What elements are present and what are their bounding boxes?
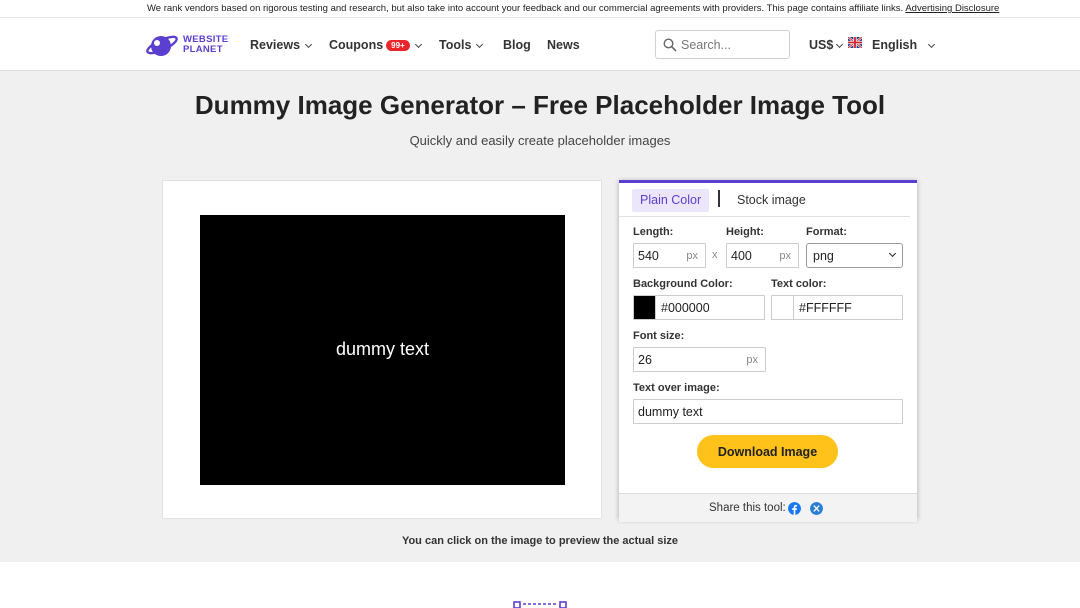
font-size-label: Font size:	[633, 330, 685, 342]
length-label: Length:	[633, 226, 674, 238]
height-unit: px	[779, 250, 791, 262]
font-size-input[interactable]	[638, 351, 743, 368]
height-input[interactable]	[731, 247, 776, 264]
height-field[interactable]: px	[726, 243, 799, 268]
text-over-image-label: Text over image:	[633, 382, 720, 394]
nav-news[interactable]: News	[547, 38, 580, 52]
tab-stock-image[interactable]: Stock image	[729, 189, 814, 212]
main-navbar: WEBSITE PLANET Reviews Coupons 99+ Tools …	[0, 18, 1080, 71]
font-size-unit: px	[746, 354, 758, 366]
text-color-field[interactable]	[771, 295, 903, 320]
disclosure-bar: We rank vendors based on rigorous testin…	[0, 0, 1080, 18]
chevron-down-icon	[888, 249, 897, 258]
nav-tools[interactable]: Tools	[439, 38, 484, 52]
disclosure-text: We rank vendors based on rigorous testin…	[147, 3, 904, 14]
nav-blog[interactable]: Blog	[503, 38, 531, 52]
coupons-count-badge: 99+	[386, 40, 410, 51]
language-label: English	[872, 38, 918, 52]
tabs-underline	[619, 216, 910, 217]
chevron-down-icon	[476, 40, 484, 49]
chevron-down-icon	[304, 40, 313, 49]
height-label: Height:	[726, 226, 764, 238]
text-color-input[interactable]	[799, 299, 903, 316]
nav-tools-label: Tools	[439, 38, 472, 52]
share-label: Share this tool:	[709, 502, 786, 514]
chevron-down-icon	[836, 40, 844, 49]
background-color-swatch[interactable]	[634, 296, 656, 319]
currency-selector[interactable]: US$	[809, 38, 844, 52]
search-box[interactable]	[655, 30, 790, 59]
website-planet-logo[interactable]: WEBSITE PLANET	[145, 31, 235, 59]
currency-label: US$	[809, 38, 834, 52]
tab-plain-color[interactable]: Plain Color	[632, 189, 710, 212]
search-input[interactable]	[681, 35, 785, 55]
background-color-input[interactable]	[661, 299, 765, 316]
facebook-share-icon[interactable]	[788, 502, 801, 515]
x-share-icon[interactable]	[810, 502, 823, 515]
format-select[interactable]: png	[806, 243, 903, 268]
generator-settings-panel: Plain Color Stock image Length: px x Hei…	[619, 180, 917, 522]
share-bar: Share this tool:	[619, 493, 917, 522]
dimension-separator: x	[712, 249, 718, 261]
font-size-field[interactable]: px	[633, 347, 766, 372]
format-label: Format:	[806, 226, 847, 238]
planet-logo-icon	[146, 35, 178, 56]
search-icon	[663, 38, 677, 52]
text-over-image-input[interactable]	[638, 403, 898, 420]
tab-divider	[718, 190, 720, 207]
preview-image-text: dummy text	[335, 339, 430, 359]
length-field[interactable]: px	[633, 243, 706, 268]
logo-wordmark: WEBSITE PLANET	[183, 35, 228, 55]
length-unit: px	[686, 250, 698, 262]
chevron-down-icon	[928, 40, 936, 49]
background-color-label: Background Color:	[633, 278, 733, 290]
nav-coupons-label: Coupons	[329, 38, 384, 52]
format-value: png	[813, 249, 834, 263]
background-color-field[interactable]	[633, 295, 765, 320]
text-color-swatch[interactable]	[772, 296, 794, 319]
text-over-image-field[interactable]	[633, 399, 903, 424]
section-decoration-icon	[513, 601, 567, 608]
language-selector[interactable]: English	[872, 38, 936, 52]
logo-word-2: PLANET	[183, 44, 223, 55]
preview-hint: You can click on the image to preview th…	[401, 535, 679, 547]
page-title: Dummy Image Generator – Free Placeholder…	[194, 90, 886, 120]
nav-reviews-label: Reviews	[250, 38, 301, 52]
nav-coupons[interactable]: Coupons 99+	[329, 38, 422, 52]
preview-image[interactable]: dummy text	[200, 215, 565, 485]
chevron-down-icon	[414, 40, 422, 49]
text-color-label: Text color:	[771, 278, 827, 290]
download-image-button[interactable]: Download Image	[697, 435, 838, 468]
uk-flag-icon	[848, 37, 862, 48]
length-input[interactable]	[638, 247, 683, 264]
page-subtitle: Quickly and easily create placeholder im…	[409, 133, 671, 148]
next-section	[0, 562, 1080, 608]
nav-reviews[interactable]: Reviews	[250, 38, 313, 52]
preview-panel: dummy text	[162, 180, 602, 519]
advertising-disclosure-link[interactable]: Advertising Disclosure	[905, 3, 999, 14]
